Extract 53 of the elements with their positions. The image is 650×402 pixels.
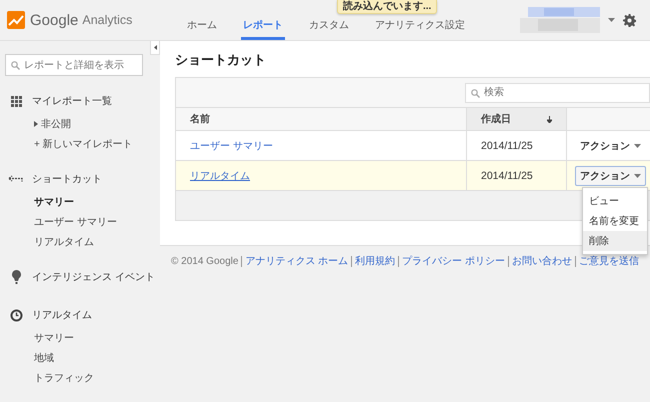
shortcut-link[interactable]: リアルタイム xyxy=(190,168,250,182)
sidebar-item[interactable]: リアルタイム xyxy=(34,235,94,249)
menu-item[interactable]: ビュー xyxy=(583,191,647,211)
nav-tab[interactable]: アナリティクス設定 xyxy=(373,16,467,40)
logo-text: Google xyxy=(30,12,78,28)
footer-link[interactable]: ご意見を送信 xyxy=(578,254,639,268)
caret-icon xyxy=(154,45,156,50)
settings-icon[interactable] xyxy=(623,14,636,26)
caret-icon xyxy=(634,174,641,178)
search-field[interactable]: 検索 xyxy=(465,82,650,102)
clock-icon xyxy=(10,308,22,322)
shortcut-link[interactable]: ユーザー サマリー xyxy=(190,138,273,152)
analytics-logo-icon xyxy=(7,11,25,29)
sidebar-item[interactable]: 非公開 xyxy=(41,117,71,131)
footer-link[interactable]: 利用規約 xyxy=(355,254,396,268)
sidebar-item[interactable]: 地域 xyxy=(34,351,54,365)
sidebar-section[interactable]: インテリジェンス イベント xyxy=(32,270,155,284)
grid-icon xyxy=(10,96,22,106)
loading-toast: 読み込んでいます... xyxy=(337,0,438,14)
search-icon xyxy=(471,88,480,98)
nav-tab[interactable]: ホーム xyxy=(185,16,219,40)
column-header[interactable]: 名前 xyxy=(190,112,210,126)
sidebar-item[interactable]: サマリー xyxy=(34,195,74,209)
sidebar-item[interactable]: トラフィック xyxy=(34,371,94,385)
action-dropdown[interactable]: アクション xyxy=(575,136,646,156)
page-title: ショートカット xyxy=(175,51,267,69)
caret-icon xyxy=(608,18,615,22)
footer-link[interactable]: プライバシー ポリシー xyxy=(402,254,505,268)
product-name: Analytics xyxy=(82,13,132,27)
footer-link[interactable]: お問い合わせ xyxy=(512,254,572,268)
footer-link[interactable]: アナリティクス ホーム xyxy=(245,254,348,268)
sidebar-item[interactable]: + 新しいマイレポート xyxy=(34,137,133,151)
caret-icon xyxy=(634,144,641,148)
sidebar-section[interactable]: マイレポート一覧 xyxy=(32,94,112,108)
arrow-icon xyxy=(8,175,24,183)
menu-item[interactable]: 削除 xyxy=(583,231,647,251)
sort-arrow-icon xyxy=(547,116,552,122)
sidebar-item[interactable]: サマリー xyxy=(34,331,74,345)
table-cell: 2014/11/25 xyxy=(481,170,533,182)
bulb-icon xyxy=(12,270,20,284)
expand-icon[interactable] xyxy=(34,121,38,127)
table-cell: 2014/11/25 xyxy=(481,140,533,152)
search-icon xyxy=(11,61,20,70)
sidebar-section[interactable]: ショートカット xyxy=(32,172,102,186)
column-header[interactable]: 作成日 xyxy=(481,112,511,126)
sidebar-section[interactable]: リアルタイム xyxy=(32,308,92,322)
menu-item[interactable]: 名前を変更 xyxy=(583,211,647,231)
collapse-button[interactable] xyxy=(150,41,160,55)
search-field[interactable]: レポートと詳細を表示 xyxy=(5,54,143,76)
sidebar-item[interactable]: ユーザー サマリー xyxy=(34,215,117,229)
copyright-text: © 2014 Google xyxy=(171,256,238,266)
nav-tab[interactable]: カスタム xyxy=(307,16,351,40)
action-dropdown[interactable]: アクション xyxy=(575,166,646,186)
